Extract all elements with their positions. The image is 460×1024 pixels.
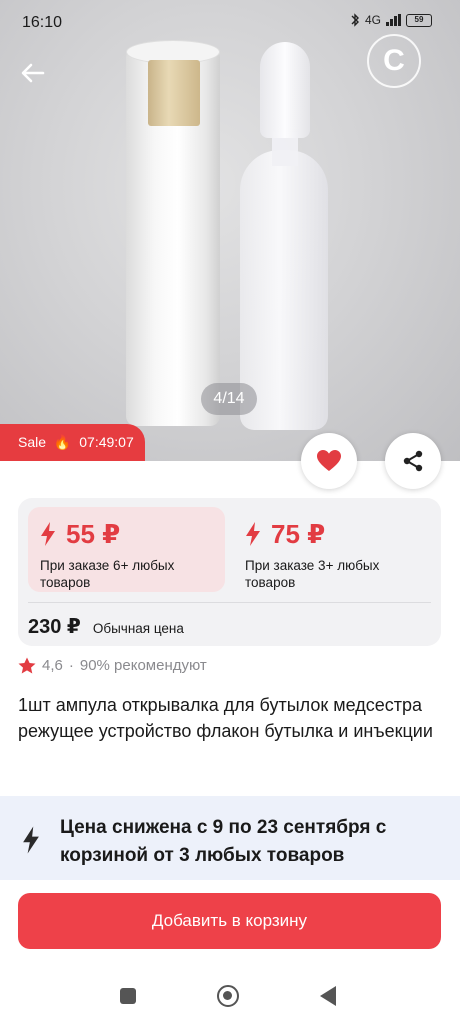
rating-separator: · <box>68 657 74 674</box>
brand-logo[interactable]: C <box>367 34 421 88</box>
favorite-button[interactable] <box>301 433 357 489</box>
promo-text: Цена снижена с 9 по 23 сентября с корзин… <box>60 817 387 866</box>
recommend-text: 90% рекомендуют <box>79 657 207 674</box>
tier-condition: При заказе 3+ любых товаров <box>245 558 380 590</box>
lightning-icon <box>41 522 55 546</box>
star-icon <box>18 657 36 674</box>
rating-value: 4,6 <box>42 657 63 674</box>
product-photo-ampoule-head <box>260 42 310 138</box>
favorite-heart-icon <box>317 450 341 471</box>
back-arrow-icon[interactable] <box>18 58 48 88</box>
sale-timer: 07:49:07 <box>79 434 134 450</box>
home-button[interactable] <box>217 985 239 1007</box>
divider <box>28 602 431 603</box>
status-icons: 4G 59 <box>350 13 432 27</box>
promo-banner[interactable]: Цена снижена с 9 по 23 сентября с корзин… <box>0 796 460 880</box>
tier-price: 75 ₽ <box>271 518 326 549</box>
recents-button[interactable] <box>120 988 136 1004</box>
product-image-gallery[interactable]: 16:10 4G 59 C 4/14 Sale 🔥 07:49:07 <box>0 0 460 461</box>
lightning-icon <box>246 522 260 546</box>
network-label: 4G <box>364 13 381 27</box>
rating-row[interactable]: 4,6 · 90% рекомендуют <box>18 657 207 674</box>
product-photo-tube-window <box>148 60 200 126</box>
tier-price-row: 55 ₽ <box>40 519 213 549</box>
lightning-icon <box>23 826 39 854</box>
share-icon <box>403 450 423 472</box>
price-card: 55 ₽ При заказе 6+ любых товаров 75 ₽ Пр… <box>18 498 441 646</box>
signal-icon <box>386 14 401 26</box>
tier-price-row: 75 ₽ <box>245 519 421 549</box>
product-title: 1шт ампула открывалка для бутылок медсес… <box>18 695 433 741</box>
sale-timer-badge: Sale 🔥 07:49:07 <box>0 424 145 461</box>
back-button[interactable] <box>320 986 336 1006</box>
battery-icon: 59 <box>406 13 432 27</box>
image-counter: 4/14 <box>201 383 257 415</box>
price-tier-6plus[interactable]: 55 ₽ При заказе 6+ любых товаров <box>28 507 225 592</box>
regular-price-label: Обычная цена <box>92 621 184 636</box>
sale-label: Sale <box>18 434 47 450</box>
bluetooth-icon <box>351 13 359 27</box>
regular-price: 230 ₽ <box>28 616 81 638</box>
tier-price: 55 ₽ <box>66 518 121 549</box>
status-time: 16:10 <box>22 14 63 31</box>
share-button[interactable] <box>385 433 441 489</box>
fire-icon: 🔥 <box>53 434 72 450</box>
regular-price-row: 230 ₽ Обычная цена <box>28 614 184 639</box>
tier-condition: При заказе 6+ любых товаров <box>40 558 175 590</box>
system-nav-bar <box>0 968 460 1024</box>
add-to-cart-button[interactable]: Добавить в корзину <box>18 893 441 949</box>
price-tier-3plus[interactable]: 75 ₽ При заказе 3+ любых товаров <box>233 507 433 592</box>
